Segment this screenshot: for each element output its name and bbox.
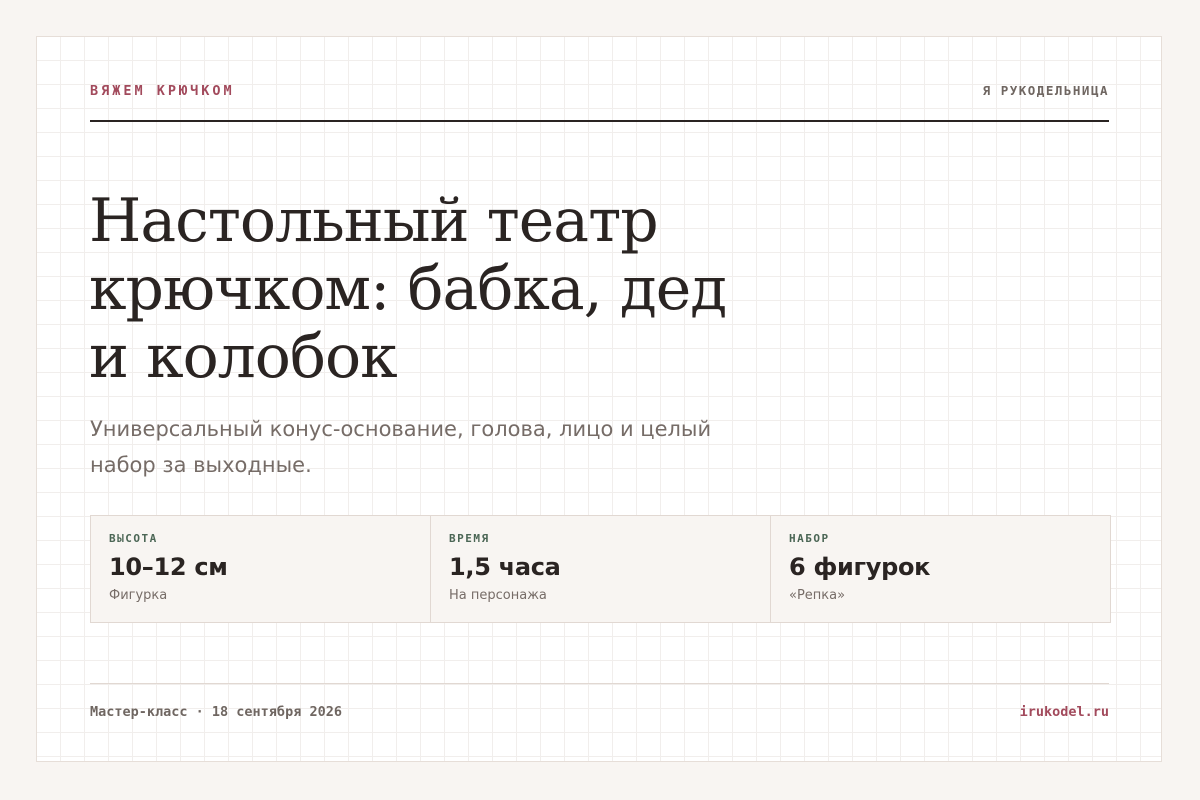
stat-value: 6 фигурок bbox=[789, 553, 931, 581]
announcement-card: ВЯЖЕМ КРЮЧКОМ Я РУКОДЕЛЬНИЦА Настольный … bbox=[36, 36, 1162, 762]
stat-label: ВРЕМЯ bbox=[449, 532, 490, 545]
stats-panel: ВЫСОТА 10–12 см Фигурка ВРЕМЯ 1,5 часа Н… bbox=[90, 515, 1111, 623]
site-name: Я РУКОДЕЛЬНИЦА bbox=[982, 83, 1109, 98]
brand-label: ВЯЖЕМ КРЮЧКОМ bbox=[90, 83, 235, 99]
stat-value: 10–12 см bbox=[109, 553, 228, 581]
stat-label: ВЫСОТА bbox=[109, 532, 158, 545]
stat-height: ВЫСОТА 10–12 см Фигурка bbox=[91, 516, 431, 622]
stat-set: НАБОР 6 фигурок «Репка» bbox=[771, 516, 1110, 622]
page-subtitle: Универсальный конус-основание, голова, л… bbox=[90, 417, 712, 477]
stat-value: 1,5 часа bbox=[449, 553, 561, 581]
page-title: Настольный театр крючком: бабка, дед и к… bbox=[89, 186, 727, 392]
card-header: ВЯЖЕМ КРЮЧКОМ Я РУКОДЕЛЬНИЦА bbox=[90, 83, 1109, 122]
stat-time: ВРЕМЯ 1,5 часа На персонажа bbox=[431, 516, 771, 622]
stat-label: НАБОР bbox=[789, 532, 830, 545]
stat-caption: «Репка» bbox=[789, 588, 846, 603]
card-footer: Мастер-класс · 18 сентября 2026 irukodel… bbox=[90, 683, 1109, 721]
stat-caption: Фигурка bbox=[109, 588, 168, 603]
stat-caption: На персонажа bbox=[449, 588, 547, 603]
site-link[interactable]: irukodel.ru bbox=[1020, 703, 1109, 721]
event-date: Мастер-класс · 18 сентября 2026 bbox=[90, 704, 342, 720]
